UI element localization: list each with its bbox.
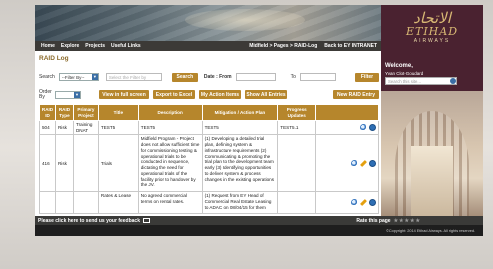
cell-title: Rates & Lease: [97, 191, 139, 215]
col-title[interactable]: Title: [97, 104, 139, 121]
table-row: Rates & Lease No agreed commercial terms…: [39, 191, 379, 215]
right-sidebar: الاتحاد ETIHAD AIRWAYS Welcome, Yvan Clo…: [381, 5, 483, 216]
search-label: Search: [39, 74, 55, 80]
view-icon[interactable]: [360, 124, 367, 132]
cell-mitigation: (1) Developing a detailed trial plan, de…: [201, 134, 279, 193]
col-raid-id[interactable]: RAID ID: [39, 104, 56, 121]
cell-mitigation: (1) Request from EY Head of Commercial R…: [201, 191, 279, 215]
cell-title: Trials: [97, 134, 139, 193]
new-raid-entry-button[interactable]: New RAID Entry: [333, 90, 379, 99]
feedback-link[interactable]: Please click here to send us your feedba…: [35, 218, 140, 224]
rating-stars[interactable]: ★★★★★: [394, 218, 421, 224]
cell-project: Training DNAT: [72, 119, 99, 136]
cell-project: [72, 191, 99, 215]
my-action-items-button[interactable]: My Action Items: [199, 90, 241, 99]
cell-type: Risk: [54, 134, 74, 193]
col-mitigation[interactable]: Mitigation / Action Plan: [201, 104, 279, 121]
nav-projects[interactable]: Projects: [85, 43, 105, 49]
feedback-bar: Please click here to send us your feedba…: [35, 216, 483, 225]
breadcrumb[interactable]: Midfield > Pages > RAID-Log: [249, 43, 317, 49]
filter-by-select[interactable]: --Filter By-- ▼: [58, 73, 99, 81]
photo-hall: [411, 146, 453, 216]
date-to-label: To: [290, 74, 296, 80]
filter-value-input[interactable]: Select the Filter by: [105, 73, 162, 81]
site-search-placeholder: Search this site...: [388, 78, 421, 84]
cell-mitigation: TEST5: [201, 119, 279, 136]
cell-id: [39, 191, 56, 215]
col-raid-type[interactable]: RAID Type: [54, 104, 74, 121]
rate-label: Rate this page: [356, 217, 391, 224]
table-row: 416 Risk Trials Midfield Program - Proje…: [39, 134, 379, 193]
delete-icon[interactable]: [369, 159, 376, 167]
view-icon[interactable]: [351, 159, 358, 167]
app-frame: Home Explore Projects Useful Links Midfi…: [35, 5, 483, 236]
cell-type: Risk: [54, 119, 74, 136]
export-excel-button[interactable]: Export to Excel: [153, 90, 195, 99]
user-name[interactable]: Yvan Clot-Goudard: [385, 71, 423, 76]
cell-progress: [277, 191, 317, 215]
col-primary-project[interactable]: Primary Project: [72, 104, 99, 121]
order-by-label: Order By: [39, 88, 52, 100]
nav-useful-links[interactable]: Useful Links: [111, 43, 141, 49]
order-by-select[interactable]: ▼: [55, 90, 81, 99]
col-actions: [315, 104, 379, 121]
cell-id: 416: [39, 134, 56, 193]
etihad-logo: الاتحاد ETIHAD AIRWAYS: [389, 10, 475, 52]
terminal-photo: [381, 91, 483, 216]
logo-sub: AIRWAYS: [413, 38, 451, 44]
site-search-input[interactable]: Search this site...: [385, 77, 457, 85]
table-header-row: RAID ID RAID Type Primary Project Title …: [39, 104, 379, 121]
cell-description: TEST5: [137, 119, 203, 136]
date-to-input[interactable]: [299, 73, 336, 81]
chevron-down-icon: ▼: [74, 91, 80, 98]
chevron-down-icon: ▼: [91, 74, 98, 80]
cell-actions: [315, 191, 379, 215]
filter-button[interactable]: Filter: [355, 72, 379, 82]
welcome-label: Welcome,: [385, 63, 413, 69]
order-row: Order By ▼ View in full screen Export to…: [39, 88, 379, 101]
rate-section: Rate this page ★★★★★: [356, 218, 421, 224]
back-to-intranet-link[interactable]: Back to EY INTRANET: [324, 43, 377, 49]
col-progress[interactable]: Progress Updates: [277, 104, 317, 121]
top-navigation: Home Explore Projects Useful Links Midfi…: [35, 41, 381, 51]
search-button[interactable]: Search: [171, 72, 198, 82]
date-from-label: Date : From: [203, 74, 232, 80]
logo-arabic: الاتحاد: [413, 9, 451, 27]
logo-english: ETIHAD: [405, 25, 459, 38]
page-title: RAID Log: [39, 55, 69, 62]
edit-icon[interactable]: [360, 159, 367, 167]
delete-icon[interactable]: [369, 124, 376, 132]
mail-icon[interactable]: [143, 218, 150, 223]
filter-by-value: --Filter By--: [61, 74, 85, 80]
filter-placeholder: Select the Filter by: [108, 74, 147, 80]
cell-description: Midfield Program - Project does not allo…: [137, 134, 203, 193]
view-full-screen-button[interactable]: View in full screen: [99, 90, 149, 99]
cell-actions: [315, 119, 379, 136]
cell-actions: [315, 134, 379, 193]
copyright: ©Copyright: 2014 Etihad Airways. All rig…: [35, 225, 483, 236]
banner-glow: [185, 9, 305, 31]
nav-home[interactable]: Home: [41, 43, 55, 49]
view-icon[interactable]: [351, 199, 358, 207]
search-icon[interactable]: [450, 78, 456, 84]
col-description[interactable]: Description: [137, 104, 203, 121]
show-all-entries-button[interactable]: Show All Entries: [245, 90, 287, 99]
delete-icon[interactable]: [369, 199, 376, 207]
cell-project: [72, 134, 99, 193]
cell-title: TEST5: [97, 119, 139, 136]
nav-explore[interactable]: Explore: [61, 43, 79, 49]
filter-row: Search --Filter By-- ▼ Select the Filter…: [39, 71, 379, 83]
table-row: 504 Risk Training DNAT TEST5 TEST5 TEST5…: [39, 119, 379, 136]
cell-progress: TEST5.1: [277, 119, 317, 136]
raid-table: RAID ID RAID Type Primary Project Title …: [39, 104, 379, 215]
edit-icon[interactable]: [360, 199, 367, 207]
cell-description: No agreed commercial terms on rental rat…: [137, 191, 203, 215]
date-from-input[interactable]: [235, 73, 276, 81]
header-banner: [35, 5, 381, 41]
cell-id: 504: [39, 119, 56, 136]
cell-type: [54, 191, 74, 215]
cell-progress: [277, 134, 317, 193]
